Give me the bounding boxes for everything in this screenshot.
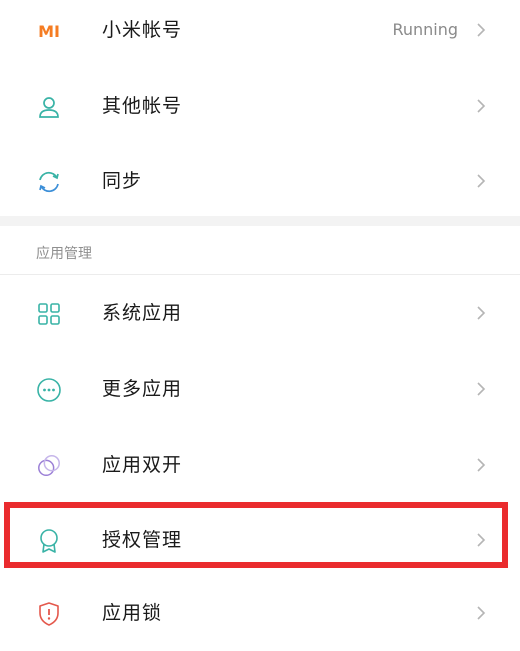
sync-label: 同步 xyxy=(102,170,143,192)
chevron-right-icon xyxy=(477,99,486,113)
app-lock-label: 应用锁 xyxy=(102,602,163,624)
user-icon xyxy=(36,94,62,120)
settings-row-more-apps[interactable]: 更多应用 xyxy=(0,351,520,427)
chevron-right-icon xyxy=(477,382,486,396)
highlight-box xyxy=(4,502,508,568)
more-icon xyxy=(36,377,62,403)
dual-app-icon xyxy=(36,453,62,479)
chevron-right-icon xyxy=(477,606,486,620)
settings-row-dual-apps[interactable]: 应用双开 xyxy=(0,427,520,503)
mi-logo-text: MI xyxy=(38,21,60,41)
dual-apps-label: 应用双开 xyxy=(102,454,183,476)
mi-account-label: 小米帐号 xyxy=(102,19,183,41)
settings-row-system-apps[interactable]: 系统应用 xyxy=(0,275,520,351)
chevron-right-icon xyxy=(477,306,486,320)
settings-row-sync[interactable]: 同步 xyxy=(0,143,520,219)
settings-row-app-lock[interactable]: 应用锁 xyxy=(0,575,520,651)
grid-icon xyxy=(36,301,62,327)
app-lock-icon xyxy=(36,601,62,627)
settings-row-other-accounts[interactable]: 其他帐号 xyxy=(0,68,520,144)
chevron-right-icon xyxy=(477,458,486,472)
section-gap xyxy=(0,216,520,226)
chevron-right-icon xyxy=(477,174,486,188)
mi-logo-icon: MI xyxy=(36,18,62,44)
more-apps-label: 更多应用 xyxy=(102,378,183,400)
section-title-app-management: 应用管理 xyxy=(36,246,92,262)
chevron-right-icon xyxy=(477,23,486,37)
other-accounts-label: 其他帐号 xyxy=(102,95,183,117)
settings-row-mi-account[interactable]: MI 小米帐号 Running xyxy=(0,0,520,68)
system-apps-label: 系统应用 xyxy=(102,302,183,324)
sync-icon xyxy=(36,169,62,195)
mi-account-status: Running xyxy=(392,20,458,39)
